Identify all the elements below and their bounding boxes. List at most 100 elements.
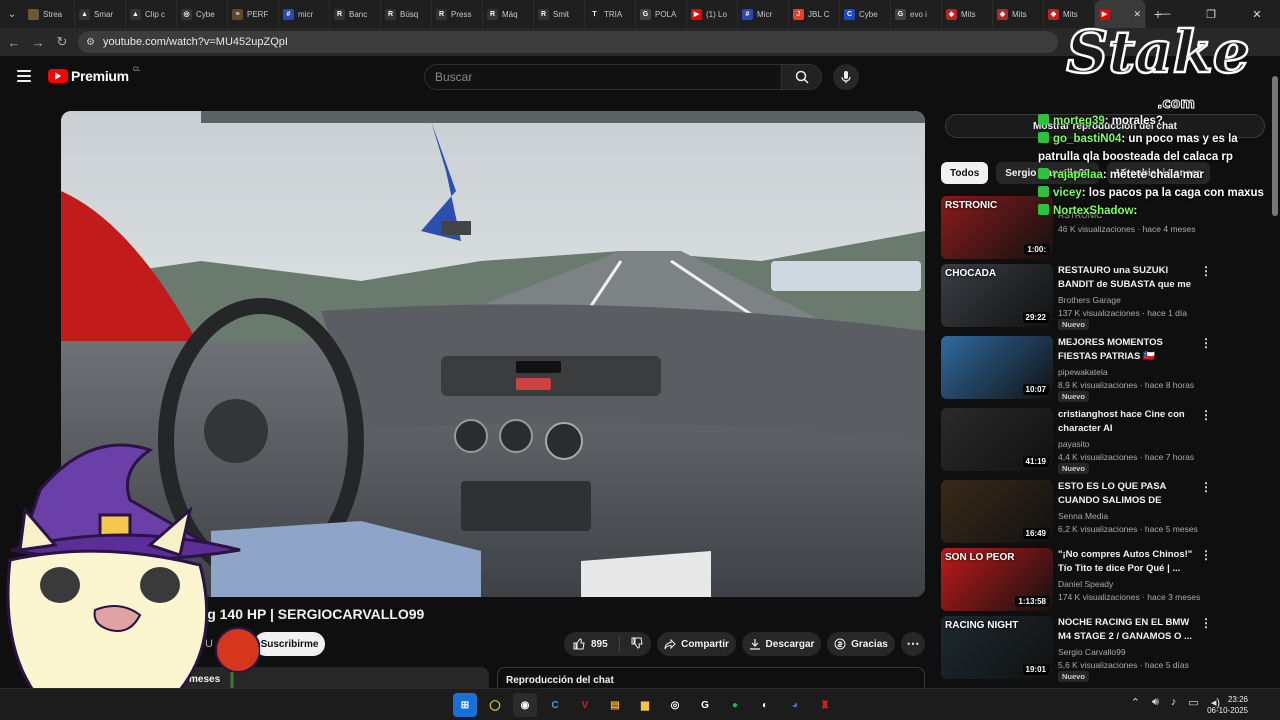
video-title[interactable]: NOCHE RACING EN EL BMW M4 STAGE 2 / GANA… bbox=[1058, 616, 1200, 643]
browser-tab[interactable]: ▲ Smar bbox=[75, 0, 126, 28]
browser-tab[interactable]: # Micr bbox=[738, 0, 789, 28]
clock[interactable]: 23:26 06-10-2025 bbox=[1207, 694, 1248, 716]
video-thumbnail[interactable]: 10:07 bbox=[941, 336, 1053, 399]
recommendation-item[interactable]: CHOCADA 29:22 RESTAURO una SUZUKI BANDIT d… bbox=[941, 264, 1221, 330]
tab-label: Micr bbox=[757, 9, 773, 19]
spotify-icon[interactable]: ● bbox=[723, 693, 747, 717]
forward-button[interactable]: → bbox=[26, 28, 50, 56]
video-title[interactable]: MEJORES MOMENTOS FIESTAS PATRIAS 🇨🇱 bbox=[1058, 336, 1200, 363]
address-bar[interactable]: ⚙ youtube.com/watch?v=MU452upZQpI bbox=[78, 31, 1058, 53]
tab-favicon-icon: ◆ bbox=[946, 8, 957, 20]
browser-tab[interactable]: Strea bbox=[24, 0, 75, 28]
voice-search-button[interactable] bbox=[833, 64, 859, 90]
browser-tab[interactable]: ≡ PERF bbox=[228, 0, 279, 28]
site-info-icon[interactable]: ⚙ bbox=[86, 37, 95, 48]
browser-tab[interactable]: ▶ (1) Lo bbox=[687, 0, 738, 28]
more-options-icon[interactable]: ⋮ bbox=[1200, 617, 1212, 629]
search-button[interactable] bbox=[782, 64, 822, 90]
browser-tab[interactable]: T TRIA bbox=[585, 0, 636, 28]
channel-name[interactable]: Brothers Garage bbox=[1058, 295, 1121, 305]
browser-tab[interactable]: R Press bbox=[432, 0, 483, 28]
browser-tab[interactable]: G POLA bbox=[636, 0, 687, 28]
tab-label: Mits bbox=[961, 9, 976, 19]
chrome-icon[interactable]: ◉ bbox=[513, 693, 537, 717]
app-c-icon[interactable]: C bbox=[543, 693, 567, 717]
thanks-button[interactable]: Gracias bbox=[827, 632, 895, 656]
browser-tab[interactable]: ◆ Mits bbox=[942, 0, 993, 28]
start-icon[interactable]: ⊞ bbox=[453, 693, 477, 717]
tab-label: evo i bbox=[910, 9, 927, 19]
file-explorer-icon[interactable]: ▆ bbox=[633, 693, 657, 717]
browser-tab[interactable]: # micr bbox=[279, 0, 330, 28]
filter-chip[interactable]: Todos bbox=[941, 162, 989, 184]
video-thumbnail[interactable]: 16:49 bbox=[941, 480, 1053, 543]
app-document-icon[interactable]: ▤ bbox=[603, 693, 627, 717]
browser-tab[interactable]: R Banc bbox=[330, 0, 381, 28]
video-title[interactable]: ESTO ES LO QUE PASA CUANDO SALIMOS DE NO… bbox=[1058, 480, 1200, 507]
recommendation-item[interactable]: 16:49 ESTO ES LO QUE PASA CUANDO SALIMOS … bbox=[941, 480, 1221, 544]
video-thumbnail[interactable]: 41:19 bbox=[941, 408, 1053, 471]
recommendation-item[interactable]: RACING NIGHT 19:01 NOCHE RACING EN EL BMW … bbox=[941, 616, 1221, 682]
download-button[interactable]: Descargar bbox=[742, 632, 821, 656]
video-title[interactable]: cristianghost hace Cine con character AI bbox=[1058, 408, 1200, 435]
browser-tab[interactable]: R Smit bbox=[534, 0, 585, 28]
speaker-icon[interactable]: 🔊︎ bbox=[1152, 696, 1159, 709]
browser-tab[interactable]: R Búsq bbox=[381, 0, 432, 28]
channel-name[interactable]: Daniel Speady bbox=[1058, 579, 1113, 589]
channel-name[interactable]: payasito bbox=[1058, 439, 1090, 449]
channel-name[interactable]: Sergio Carvallo99 bbox=[1058, 647, 1126, 657]
reload-button[interactable]: ↻ bbox=[50, 28, 74, 56]
video-thumbnail[interactable]: RACING NIGHT 19:01 bbox=[941, 616, 1053, 679]
share-button[interactable]: Compartir bbox=[657, 632, 736, 656]
browser-tab[interactable]: ◆ Mits bbox=[993, 0, 1044, 28]
chat-username: morteg39 bbox=[1053, 115, 1105, 127]
browser-tab[interactable]: Gevo i bbox=[891, 0, 942, 28]
recommendation-item[interactable]: 41:19 cristianghost hace Cine con charact… bbox=[941, 408, 1221, 474]
video-title[interactable]: "¡No compres Autos Chinos!" Tío Tito te … bbox=[1058, 548, 1200, 575]
video-thumbnail[interactable]: RSTRONIC 1:00: bbox=[941, 196, 1053, 259]
dislike-button[interactable] bbox=[631, 637, 643, 652]
channel-name[interactable]: pipewakatela bbox=[1058, 367, 1108, 377]
browser-tab[interactable]: C Cybe bbox=[840, 0, 891, 28]
tab-favicon-icon: ◆ bbox=[997, 8, 1008, 20]
app-red-icon[interactable]: ♜ bbox=[813, 693, 837, 717]
chat-message: rajapelaa: métete chala mar bbox=[1038, 166, 1274, 184]
microphone-tray-icon[interactable]: ♪ bbox=[1171, 696, 1177, 709]
more-options-icon[interactable]: ⋮ bbox=[1200, 409, 1212, 421]
tab-favicon-icon: ◎ bbox=[181, 8, 192, 20]
network-icon[interactable]: ▭ bbox=[1188, 696, 1198, 709]
youtube-logo[interactable]: Premium CL bbox=[48, 67, 140, 84]
recommendation-item[interactable]: 10:07 MEJORES MOMENTOS FIESTAS PATRIAS 🇨🇱… bbox=[941, 336, 1221, 402]
steam-icon[interactable]: ◐ bbox=[753, 693, 777, 717]
more-options-icon[interactable]: ⋮ bbox=[1200, 549, 1212, 561]
app-g-icon[interactable]: G bbox=[693, 693, 717, 717]
search-input[interactable]: Buscar bbox=[424, 64, 782, 90]
more-actions-button[interactable]: ⋯ bbox=[901, 632, 925, 656]
browser-tab[interactable]: J JBL C bbox=[789, 0, 840, 28]
more-options-icon[interactable]: ⋮ bbox=[1200, 337, 1212, 349]
chevron-up-icon[interactable]: ⌃ bbox=[1131, 696, 1140, 709]
video-title[interactable]: RESTAURO una SUZUKI BANDIT de SUBASTA qu… bbox=[1058, 264, 1200, 291]
download-icon bbox=[749, 639, 760, 650]
subscribe-button[interactable]: Suscribirme bbox=[254, 632, 325, 656]
more-options-icon[interactable]: ⋮ bbox=[1200, 481, 1212, 493]
menu-icon[interactable] bbox=[17, 70, 31, 82]
like-button[interactable]: 895 bbox=[573, 638, 608, 650]
browser-tab[interactable]: ◎ Cybe bbox=[177, 0, 228, 28]
browser-tab[interactable]: ▲ Clip c bbox=[126, 0, 177, 28]
obs-icon[interactable]: ◎ bbox=[663, 693, 687, 717]
app-v-icon[interactable]: V bbox=[573, 693, 597, 717]
video-thumbnail[interactable]: SON LO PEOR 1:13:58 bbox=[941, 548, 1053, 611]
search-icon bbox=[795, 70, 809, 84]
kick-badge-icon bbox=[1038, 168, 1049, 179]
discord-icon[interactable]: ◕ bbox=[783, 693, 807, 717]
channel-name[interactable]: Senna Media bbox=[1058, 511, 1108, 521]
browser-tab[interactable]: R Máq bbox=[483, 0, 534, 28]
more-options-icon[interactable]: ⋮ bbox=[1200, 265, 1212, 277]
tab-search-button[interactable]: ⌄ bbox=[0, 0, 24, 28]
recommendation-item[interactable]: SON LO PEOR 1:13:58 "¡No compres Autos Chi… bbox=[941, 548, 1221, 612]
back-button[interactable]: ← bbox=[2, 28, 26, 56]
video-thumbnail[interactable]: CHOCADA 29:22 bbox=[941, 264, 1053, 327]
tab-label: Banc bbox=[349, 9, 368, 19]
widget-icon[interactable]: ◯ bbox=[483, 693, 507, 717]
